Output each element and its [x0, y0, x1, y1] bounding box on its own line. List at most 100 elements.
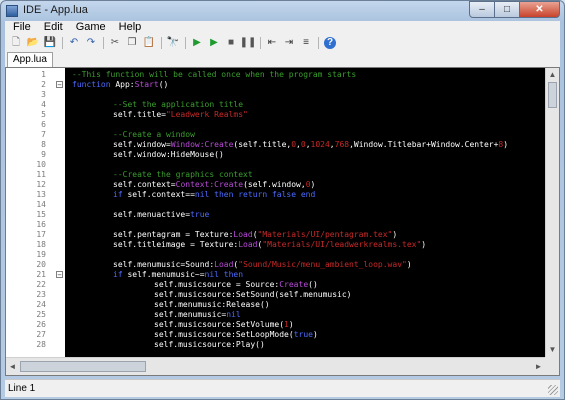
code-line[interactable]: 9 self.window:HideMouse() — [6, 150, 545, 160]
code-line[interactable]: 24 self.menumusic:Release() — [6, 300, 545, 310]
code-token: "Leadwerk Realms" — [165, 110, 248, 119]
code-text: self.musicsource = Source:Create() — [154, 280, 318, 290]
scroll-up-arrow-icon[interactable]: ▲ — [546, 68, 559, 81]
new-file-icon[interactable]: 🗋 — [8, 36, 24, 50]
code-line[interactable]: 21 − if self.menumusic~=nil then — [6, 270, 545, 280]
code-line[interactable]: 27 self.musicsource:SetLoopMode(true) — [6, 330, 545, 340]
code-token: Start — [134, 80, 159, 89]
comment-icon[interactable]: ≡ — [298, 36, 314, 50]
toolbar-separator — [315, 36, 321, 50]
redo-icon[interactable]: ↷ — [83, 36, 99, 50]
code-line[interactable]: 8 self.window=Window:Create(self.title,0,… — [6, 140, 545, 150]
code-token: () — [158, 80, 169, 89]
code-token: 1024 — [310, 140, 330, 149]
code-token: nil — [226, 310, 241, 319]
fold-toggle-icon[interactable]: − — [56, 271, 63, 279]
minimize-button[interactable]: – — [469, 1, 495, 18]
pause-icon[interactable]: ❚❚ — [240, 36, 257, 50]
line-number: 26 — [36, 320, 46, 329]
cut-icon[interactable]: ✂ — [107, 36, 123, 50]
code-lines[interactable]: 1 --This function will be called once whe… — [6, 68, 545, 357]
code-token: true — [190, 210, 210, 219]
code-text: --Create a window — [113, 130, 195, 140]
paste-icon[interactable]: 📋 — [141, 36, 157, 50]
horizontal-scrollbar[interactable]: ◄ ► — [6, 357, 545, 375]
fold-toggle-icon[interactable]: − — [56, 81, 63, 89]
code-line[interactable]: 6 — [6, 120, 545, 130]
code-line[interactable]: 22 self.musicsource = Source:Create() — [6, 280, 545, 290]
caption-buttons: – □ ✕ — [469, 1, 560, 18]
code-token: Context:Create — [175, 180, 244, 189]
title-bar[interactable]: IDE - App.lua – □ ✕ — [1, 1, 564, 21]
outdent-icon[interactable]: ⇤ — [264, 36, 280, 50]
code-line[interactable]: 12 self.context=Context:Create(self.windo… — [6, 180, 545, 190]
code-line[interactable]: 25 self.menumusic=nil — [6, 310, 545, 320]
code-line[interactable]: 17 self.pentagram = Texture:Load("Materia… — [6, 230, 545, 240]
code-line[interactable]: 19 — [6, 250, 545, 260]
separator-line — [61, 36, 63, 49]
line-number: 4 — [41, 100, 46, 109]
undo-icon[interactable]: ↶ — [66, 36, 82, 50]
code-line[interactable]: 26 self.musicsource:SetVolume(1) — [6, 320, 545, 330]
vertical-scroll-thumb[interactable] — [548, 82, 557, 108]
toolbar: 🗋 📂 💾 ↶ ↷ ✂ ❐ 📋 🔭 ▶ ▶ ■ ❚❚ ⇤ ⇥ ≡? — [5, 34, 560, 51]
code-line[interactable]: 23 self.musicsource:SetSound(self.menumus… — [6, 290, 545, 300]
menu-edit[interactable]: Edit — [36, 21, 68, 34]
toolbar-separator — [257, 36, 263, 50]
run-icon[interactable]: ▶ — [189, 36, 205, 50]
code-line[interactable]: 5 self.title="Leadwerk Realms" — [6, 110, 545, 120]
line-number: 5 — [41, 110, 46, 119]
scroll-right-arrow-icon[interactable]: ► — [532, 360, 545, 373]
code-token: Load — [238, 240, 258, 249]
code-token: if — [113, 270, 128, 279]
code-line[interactable]: 4 --Set the application title — [6, 100, 545, 110]
toolbar-separator — [158, 36, 164, 50]
code-line[interactable]: 14 — [6, 200, 545, 210]
code-token: --Set the application title — [113, 100, 244, 109]
code-line[interactable]: 15 self.menuactive=true — [6, 210, 545, 220]
code-text: self.context=Context:Create(self.window,… — [113, 180, 315, 190]
stop-icon[interactable]: ■ — [223, 36, 239, 50]
copy-icon[interactable]: ❐ — [124, 36, 140, 50]
menu-game[interactable]: Game — [68, 21, 111, 34]
resize-grip-icon[interactable] — [548, 385, 558, 395]
code-token: ) — [503, 140, 509, 149]
code-line[interactable]: 7 --Create a window — [6, 130, 545, 140]
scroll-left-arrow-icon[interactable]: ◄ — [6, 360, 19, 373]
code-editor[interactable]: 1 --This function will be called once whe… — [5, 67, 560, 376]
code-line[interactable]: 28 self.musicsource:Play() — [6, 340, 545, 350]
save-icon[interactable]: 💾 — [42, 36, 58, 50]
debug-run-icon[interactable]: ▶ — [206, 36, 222, 50]
code-text: self.menumusic=nil — [154, 310, 241, 320]
help-icon[interactable]: ? — [324, 36, 336, 49]
code-line[interactable]: 10 — [6, 160, 545, 170]
scroll-down-arrow-icon[interactable]: ▼ — [546, 343, 559, 356]
indent-icon[interactable]: ⇥ — [281, 36, 297, 50]
tab-app-lua[interactable]: App.lua — [7, 52, 53, 67]
menu-file[interactable]: File — [5, 21, 36, 34]
find-icon[interactable]: 🔭 — [165, 36, 181, 50]
code-token: (self.window, — [243, 180, 306, 189]
vertical-scrollbar[interactable]: ▲ ▼ — [545, 68, 559, 357]
line-number: 18 — [36, 240, 46, 249]
open-folder-icon[interactable]: 📂 — [25, 36, 41, 50]
code-token: "Materials/UI/pentagram.tex" — [257, 230, 393, 239]
horizontal-scroll-thumb[interactable] — [20, 361, 146, 372]
code-line[interactable]: 16 — [6, 220, 545, 230]
code-line[interactable]: 20 self.menumusic=Sound:Load("Sound/Music… — [6, 260, 545, 270]
line-number: 2 — [41, 80, 46, 89]
code-line[interactable]: 2 − function App:Start() — [6, 80, 545, 90]
code-token: 768 — [334, 140, 350, 149]
code-token: ) — [406, 260, 412, 269]
code-text: self.musicsource:Play() — [154, 340, 265, 350]
code-line[interactable]: 1 --This function will be called once whe… — [6, 70, 545, 80]
code-token: Load — [233, 230, 253, 239]
code-line[interactable]: 11 --Create the graphics context — [6, 170, 545, 180]
code-text: self.window:HideMouse() — [113, 150, 224, 160]
close-button[interactable]: ✕ — [520, 1, 560, 18]
code-line[interactable]: 3 — [6, 90, 545, 100]
code-line[interactable]: 13 if self.context==nil then return false… — [6, 190, 545, 200]
code-line[interactable]: 18 self.titleimage = Texture:Load("Materi… — [6, 240, 545, 250]
maximize-button[interactable]: □ — [495, 1, 520, 18]
menu-help[interactable]: Help — [111, 21, 147, 34]
